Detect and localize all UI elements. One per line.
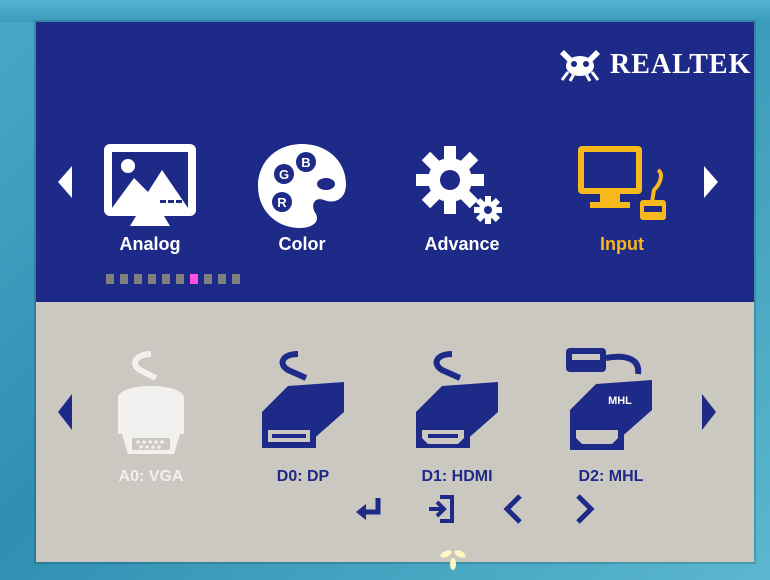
input-label-mhl: D2: MHL bbox=[578, 468, 644, 485]
power-led-icon bbox=[440, 550, 466, 570]
monitor-input-icon bbox=[578, 146, 666, 220]
page-dot bbox=[162, 274, 170, 284]
enter-icon bbox=[356, 498, 381, 520]
enter-button[interactable] bbox=[350, 490, 388, 528]
palette-letter-b: B bbox=[301, 155, 310, 170]
left-button[interactable] bbox=[494, 490, 532, 528]
power-led bbox=[438, 548, 468, 577]
page-indicator bbox=[106, 274, 240, 284]
input-label-vga: A0: VGA bbox=[118, 468, 184, 485]
input-scroll-left-icon[interactable] bbox=[58, 394, 72, 430]
vga-icon bbox=[118, 351, 184, 454]
picture-icon bbox=[104, 144, 196, 226]
menu-label-input: Input bbox=[600, 234, 644, 254]
input-label-dp: D0: DP bbox=[276, 468, 330, 485]
osd-top-panel: REALTEK Analog B G R Color Advance Input bbox=[36, 22, 754, 302]
realtek-logo: REALTEK bbox=[558, 48, 751, 82]
gear-icon bbox=[416, 146, 502, 224]
osd-navigation bbox=[350, 490, 604, 528]
exit-icon bbox=[429, 495, 454, 523]
page-dot bbox=[218, 274, 226, 284]
menu-item-input[interactable]: Input bbox=[552, 130, 692, 255]
menu-scroll-right-icon[interactable] bbox=[704, 166, 718, 198]
palette-letter-g: G bbox=[279, 167, 289, 182]
menu-label-analog: Analog bbox=[119, 234, 181, 254]
right-icon bbox=[576, 494, 595, 524]
input-scroll-right-icon[interactable] bbox=[702, 394, 716, 430]
exit-button[interactable] bbox=[422, 490, 460, 528]
osd-menu: REALTEK Analog B G R Color Advance Input… bbox=[36, 22, 754, 562]
menu-item-color[interactable]: B G R Color bbox=[232, 130, 372, 255]
input-option-hdmi[interactable]: D1: HDMI bbox=[382, 340, 532, 486]
menu-label-color: Color bbox=[278, 234, 326, 254]
displayport-icon bbox=[262, 351, 344, 448]
monitor-bezel bbox=[0, 0, 770, 22]
page-dot bbox=[232, 274, 240, 284]
page-dot bbox=[176, 274, 184, 284]
menu-scroll-left-icon[interactable] bbox=[58, 166, 72, 198]
menu-item-advance[interactable]: Advance bbox=[392, 130, 532, 255]
left-icon bbox=[503, 494, 522, 524]
input-option-mhl[interactable]: MHL D2: MHL bbox=[536, 340, 686, 486]
palette-icon: B G R bbox=[258, 144, 346, 228]
mhl-icon: MHL bbox=[566, 348, 652, 450]
palette-letter-r: R bbox=[277, 195, 287, 210]
input-option-vga[interactable]: A0: VGA bbox=[76, 340, 226, 486]
input-option-dp[interactable]: D0: DP bbox=[228, 340, 378, 486]
page-dot bbox=[204, 274, 212, 284]
mhl-badge: MHL bbox=[608, 395, 632, 407]
right-button[interactable] bbox=[566, 490, 604, 528]
crab-logo-icon bbox=[560, 50, 600, 82]
page-dot bbox=[106, 274, 114, 284]
page-dot bbox=[148, 274, 156, 284]
input-label-hdmi: D1: HDMI bbox=[421, 468, 493, 485]
page-dot-active bbox=[190, 274, 198, 284]
page-dot bbox=[120, 274, 128, 284]
brand-text: REALTEK bbox=[610, 49, 752, 80]
page-dot bbox=[134, 274, 142, 284]
hdmi-icon bbox=[416, 351, 498, 448]
menu-item-analog[interactable]: Analog bbox=[80, 130, 220, 255]
menu-label-advance: Advance bbox=[424, 234, 500, 254]
